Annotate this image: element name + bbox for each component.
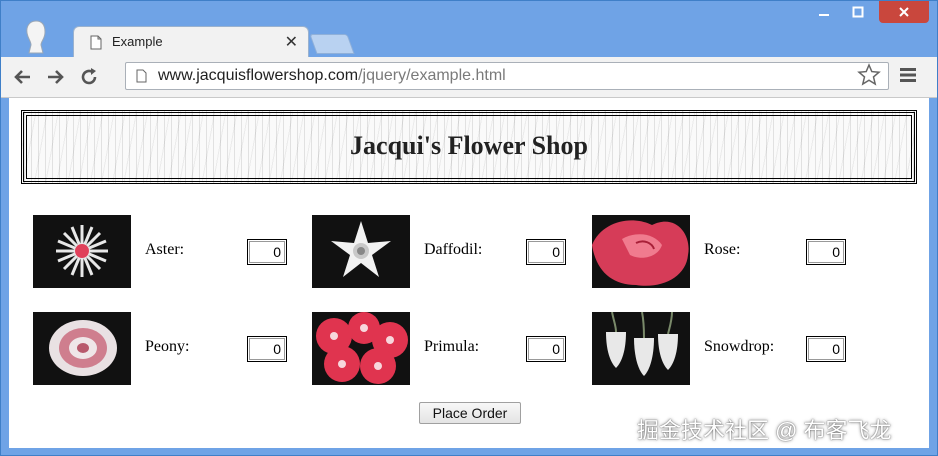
forward-arrow-icon[interactable]: [43, 65, 67, 89]
place-order-button[interactable]: Place Order: [419, 402, 521, 424]
reload-icon[interactable]: [77, 65, 101, 89]
aster-quantity-input[interactable]: [247, 239, 287, 265]
product-label: Rose:: [704, 241, 741, 258]
header-banner: Jacqui's Flower Shop: [21, 110, 917, 184]
back-arrow-icon[interactable]: [11, 65, 35, 89]
primula-quantity-input[interactable]: [526, 336, 566, 362]
tab-example[interactable]: Example ✕: [73, 26, 309, 58]
url-text: www.jacquisflowershop.com/jquery/example…: [158, 67, 506, 85]
rose-quantity-input[interactable]: [806, 239, 846, 265]
daffodil-quantity-input[interactable]: [526, 239, 566, 265]
bookmark-star-icon[interactable]: [857, 63, 881, 87]
menu-icon[interactable]: [899, 67, 917, 83]
url-host: www.jacquisflowershop.com: [158, 67, 359, 84]
product-label: Peony:: [145, 338, 190, 355]
minimize-icon[interactable]: [809, 1, 839, 23]
product-aster: Aster:: [33, 215, 303, 289]
peony-quantity-input[interactable]: [247, 336, 287, 362]
page-icon: [136, 69, 147, 83]
snowdrop-image: [592, 312, 690, 385]
peony-image: [33, 312, 131, 385]
maximize-icon[interactable]: [843, 1, 873, 23]
product-label: Snowdrop:: [704, 338, 775, 355]
product-label: Primula:: [424, 338, 480, 355]
new-tab-button[interactable]: [309, 34, 355, 54]
tab-title: Example: [112, 34, 163, 49]
browser-window: Example ✕ www.jacquisflowershop.com/jque: [0, 0, 938, 456]
daffodil-image: [312, 215, 410, 288]
browser-toolbar: www.jacquisflowershop.com/jquery/example…: [1, 57, 937, 98]
product-snowdrop: Snowdrop:: [592, 312, 862, 386]
product-peony: Peony:: [33, 312, 303, 386]
watermark: 掘金技术社区 @ 布客飞龙: [637, 418, 892, 443]
product-rose: Rose:: [592, 215, 862, 289]
product-primula: Primula:: [312, 312, 582, 386]
url-path: /jquery/example.html: [358, 67, 506, 84]
snowdrop-quantity-input[interactable]: [806, 336, 846, 362]
product-label: Aster:: [145, 241, 185, 258]
product-label: Daffodil:: [424, 241, 483, 258]
close-window-icon[interactable]: [879, 1, 929, 23]
page-icon: [90, 35, 102, 50]
tab-close-icon[interactable]: ✕: [285, 32, 298, 52]
page-title: Jacqui's Flower Shop: [350, 131, 588, 160]
aster-image: [33, 215, 131, 288]
address-bar[interactable]: www.jacquisflowershop.com/jquery/example…: [125, 62, 889, 90]
title-bar: Example ✕: [1, 1, 937, 58]
profile-icon[interactable]: [23, 19, 49, 55]
primula-image: [312, 312, 410, 385]
product-daffodil: Daffodil:: [312, 215, 582, 289]
page-content: Jacqui's Flower Shop Aster: 0 Daffodil: …: [9, 98, 929, 448]
rose-image: [592, 215, 690, 288]
